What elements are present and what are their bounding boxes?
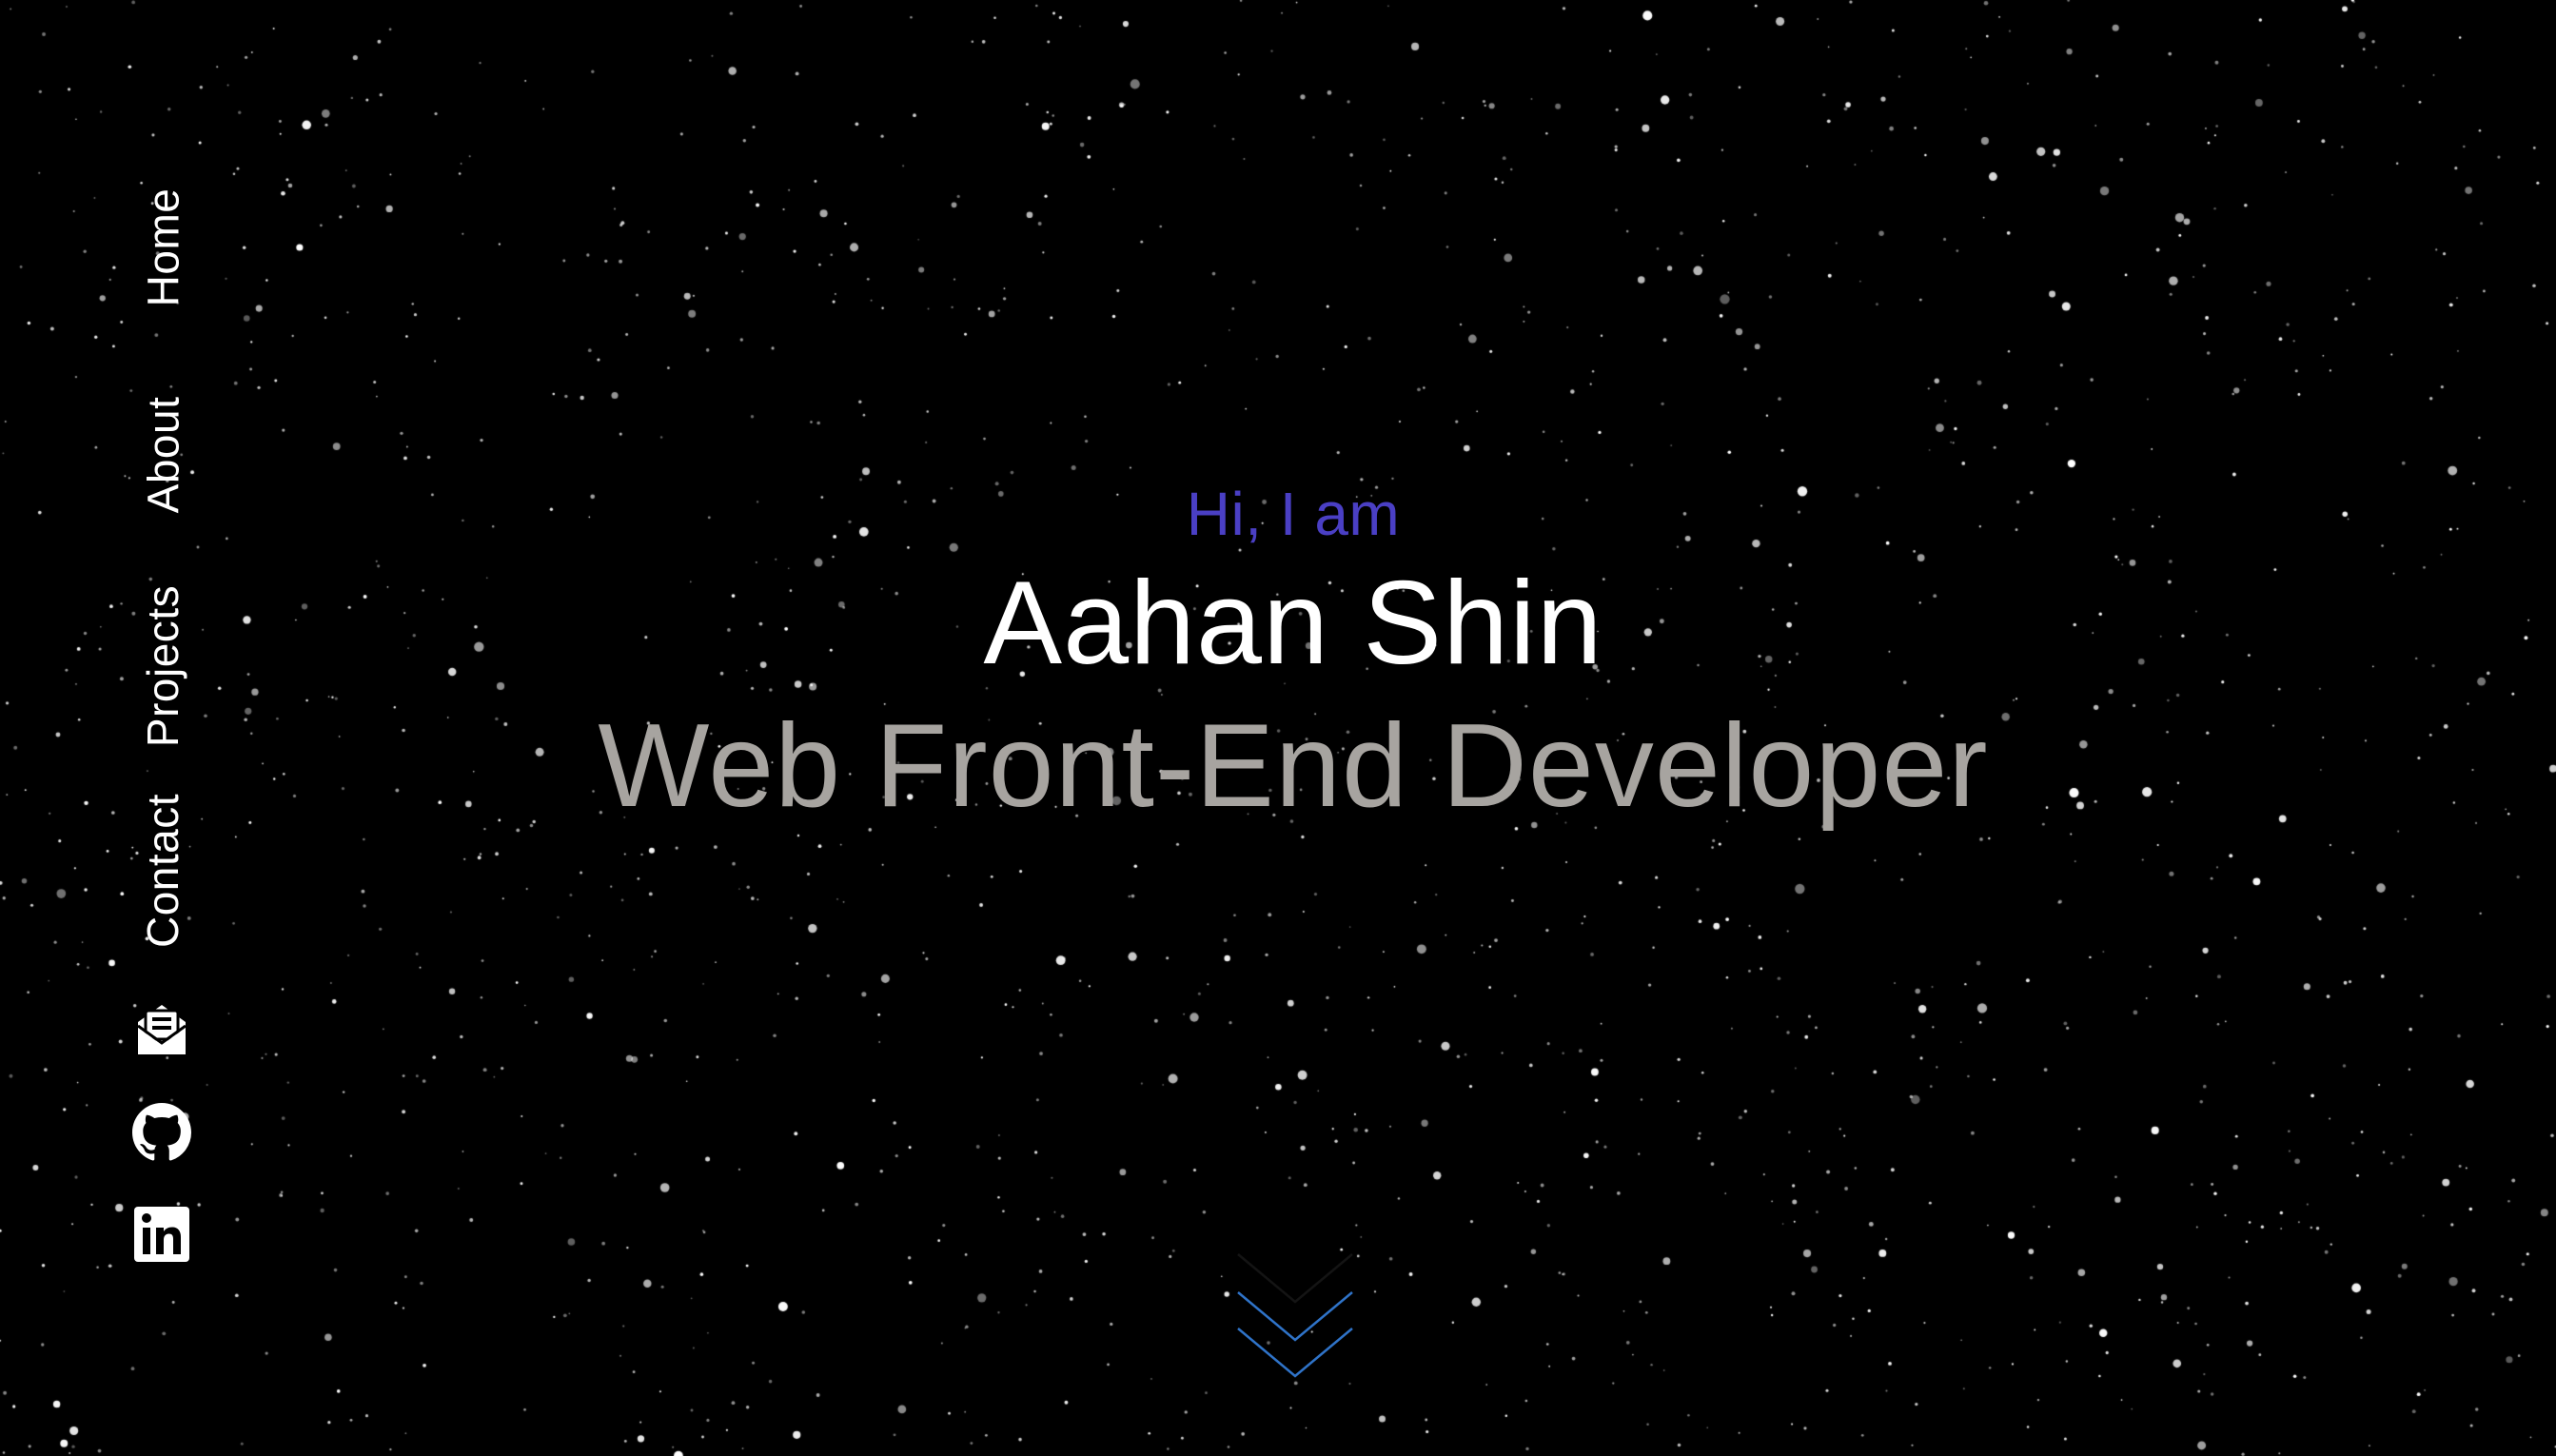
github-icon[interactable] — [132, 1103, 191, 1162]
hero-greeting: Hi, I am — [1186, 480, 1401, 548]
nav-link-projects[interactable]: Projects — [129, 571, 196, 761]
nav-link-home-label: Home — [138, 187, 187, 307]
nav-link-about-label: About — [138, 396, 187, 513]
nav-link-about[interactable]: About — [129, 381, 196, 528]
double-chevron-down-icon[interactable] — [1233, 1245, 1357, 1397]
nav-link-projects-label: Projects — [138, 584, 188, 748]
nav-link-contact[interactable]: Contact — [129, 780, 196, 961]
hero-name: Aahan Shin — [983, 558, 1603, 689]
nav-link-contact-label: Contact — [138, 793, 187, 949]
linkedin-icon[interactable] — [132, 1205, 191, 1264]
hero-section: Hi, I am Aahan Shin Web Front-End Develo… — [343, 476, 2244, 837]
mail-icon[interactable] — [132, 1001, 191, 1060]
hero-role: Web Front-End Developer — [598, 700, 1989, 832]
nav-link-home[interactable]: Home — [129, 181, 196, 314]
